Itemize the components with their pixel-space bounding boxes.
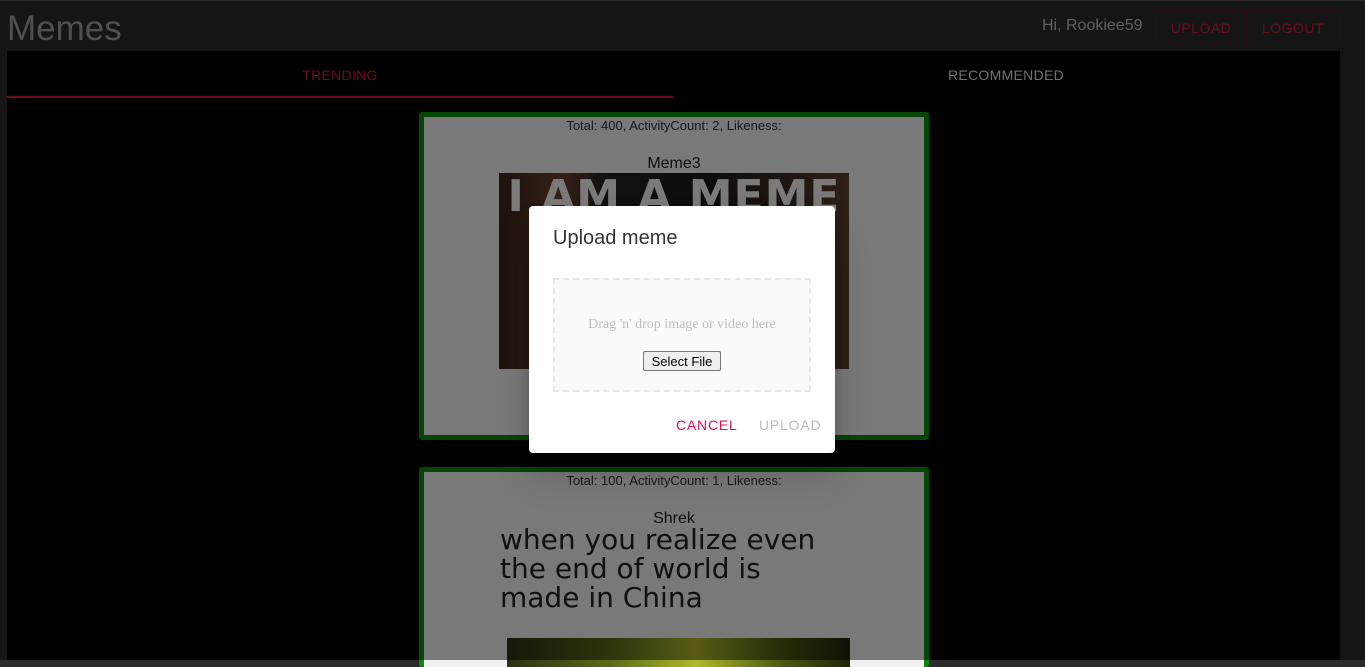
dialog-upload-button[interactable]: UPLOAD bbox=[759, 417, 821, 433]
file-dropzone[interactable]: Drag 'n' drop image or video here Select… bbox=[553, 278, 811, 392]
select-file-button[interactable]: Select File bbox=[643, 351, 721, 371]
upload-dialog: Upload meme Drag 'n' drop image or video… bbox=[529, 206, 835, 453]
dropzone-text: Drag 'n' drop image or video here bbox=[588, 317, 776, 332]
dialog-title: Upload meme bbox=[553, 227, 678, 249]
cancel-button[interactable]: CANCEL bbox=[676, 417, 738, 433]
